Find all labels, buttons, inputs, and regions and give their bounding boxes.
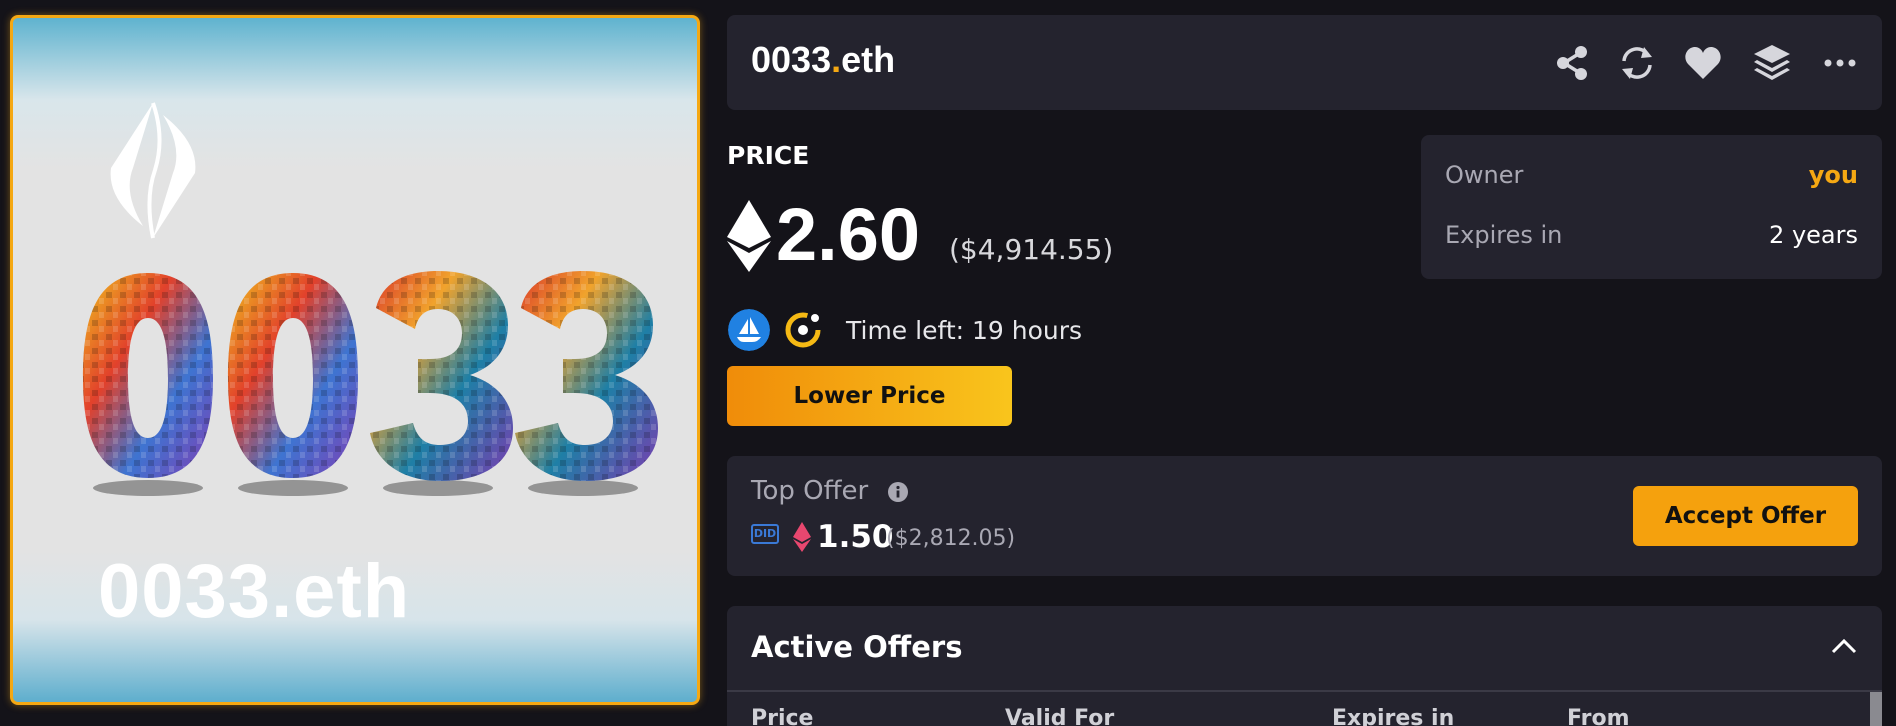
expires-value: 2 years (1769, 221, 1858, 249)
art-digit (83, 273, 213, 478)
heart-icon[interactable] (1683, 43, 1723, 83)
divider (727, 690, 1882, 692)
info-icon[interactable] (888, 482, 908, 502)
artwork-numbers (83, 271, 658, 496)
eth-pink-icon (793, 522, 811, 552)
price-value: 2.60 (776, 193, 921, 276)
art-digit (370, 271, 513, 481)
more-icon[interactable] (1820, 43, 1860, 83)
accept-offer-button[interactable]: Accept Offer (1633, 486, 1858, 546)
owner-value[interactable]: you (1809, 161, 1858, 189)
col-header-price[interactable]: Price (751, 706, 813, 726)
owner-row: Owner you (1445, 161, 1858, 189)
time-left: Time left: 19 hours (846, 316, 1083, 345)
layers-icon[interactable] (1752, 43, 1792, 83)
col-header-expires[interactable]: Expires in (1332, 706, 1454, 726)
price-usd: ($4,914.55) (949, 233, 1114, 266)
owner-panel: Owner you Expires in 2 years (1421, 135, 1882, 279)
domain-dot: . (831, 39, 842, 80)
did-badge-icon: DID (751, 524, 779, 544)
page-title: 0033.eth (751, 39, 895, 81)
marketplace-ring-icon[interactable] (782, 309, 824, 351)
domain-header: 0033.eth (727, 15, 1882, 110)
top-offer-title: Top Offer (751, 476, 869, 506)
card-domain-name: 0033.eth (98, 549, 411, 634)
expires-label: Expires in (1445, 221, 1563, 249)
lower-price-button[interactable]: Lower Price (727, 366, 1012, 426)
price-label: PRICE (727, 141, 810, 170)
col-header-from[interactable]: From (1567, 706, 1630, 726)
domain-tld: eth (841, 39, 896, 80)
opensea-icon[interactable] (728, 309, 770, 351)
eth-icon (727, 200, 771, 272)
top-offer-usd: ($2,812.05) (886, 526, 1016, 551)
chevron-up-icon[interactable] (1830, 636, 1858, 656)
domain-label: 0033 (751, 39, 832, 80)
expires-row: Expires in 2 years (1445, 221, 1858, 249)
active-offers-title: Active Offers (751, 630, 963, 664)
owner-label: Owner (1445, 161, 1524, 189)
top-offer-price: 1.50 (817, 519, 894, 555)
share-icon[interactable] (1552, 43, 1592, 83)
top-offer-panel: Top Offer DID 1.50 ($2,812.05) Accept Of… (727, 456, 1882, 576)
refresh-icon[interactable] (1617, 43, 1657, 83)
art-digit (515, 271, 658, 481)
scrollbar[interactable] (1870, 692, 1882, 726)
ens-logo-icon (110, 102, 196, 239)
art-digit (228, 273, 358, 478)
nft-card[interactable]: 0033.eth (10, 15, 700, 705)
active-offers-panel: Active Offers Price Valid For Expires in… (727, 606, 1882, 726)
col-header-valid-for[interactable]: Valid For (1005, 706, 1114, 726)
